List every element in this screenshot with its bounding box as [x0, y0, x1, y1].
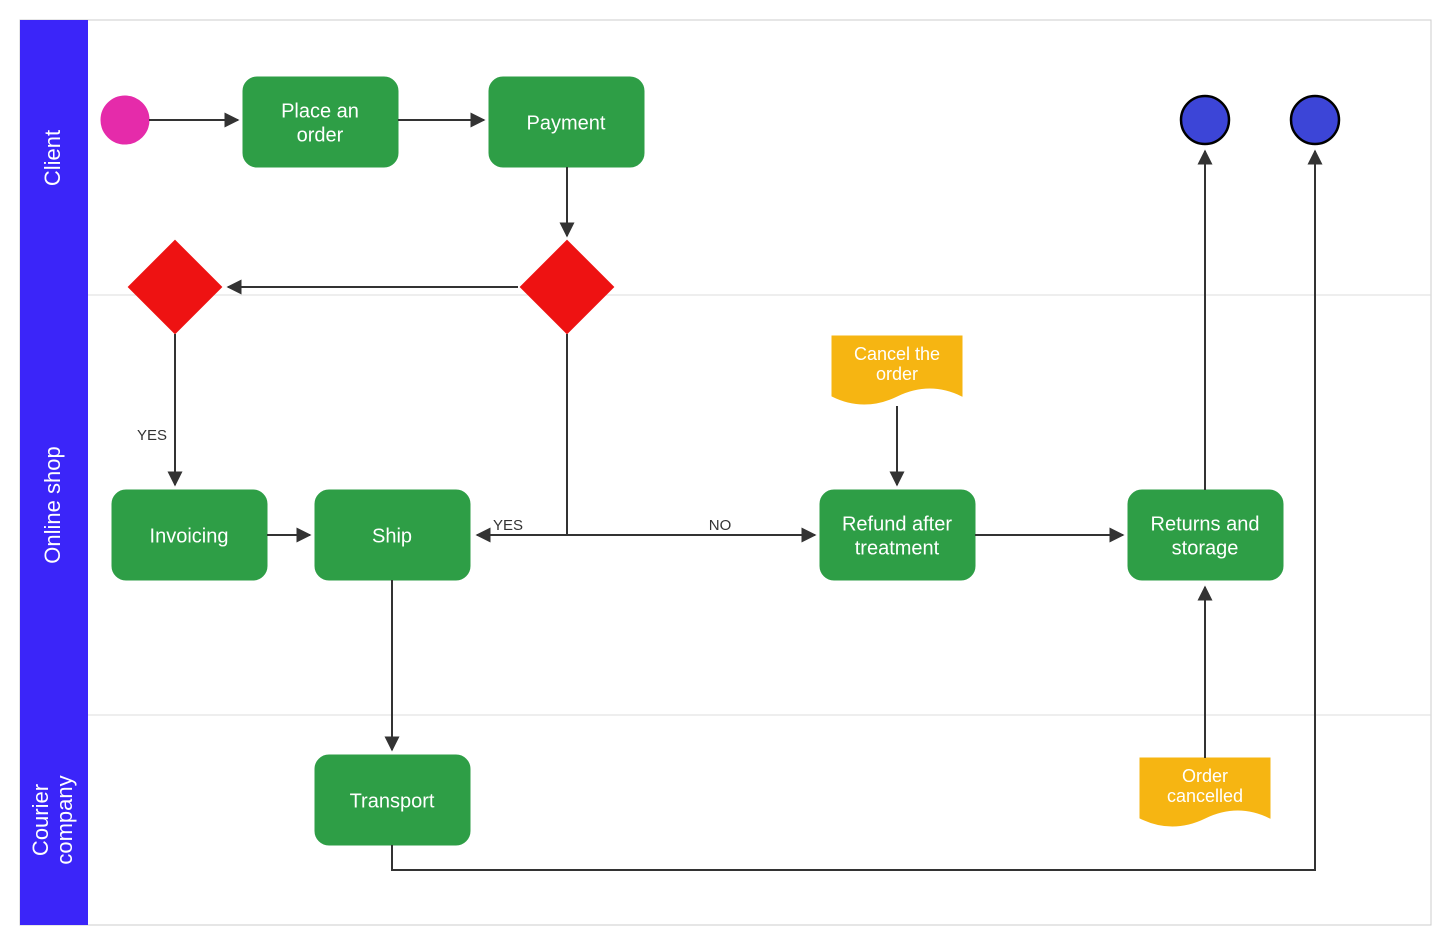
task-returns[interactable]: Returns and storage Returns and storage [1128, 490, 1283, 580]
lane-label-client: Client [40, 130, 65, 186]
svg-text:Place an: Place an [281, 100, 359, 122]
svg-text:Cancel the: Cancel the [854, 344, 940, 364]
doc-cancel[interactable]: Cancel the order Cancel the order [832, 336, 962, 404]
task-payment[interactable]: Payment [489, 77, 644, 167]
doc-cancelled[interactable]: Order cancelled Order cancelled [1140, 758, 1270, 826]
lane-label-courier-group: Courier company [28, 775, 77, 864]
task-payment-label: Payment [527, 112, 606, 134]
svg-text:Order: Order [1182, 766, 1228, 786]
end-event-2[interactable] [1291, 96, 1339, 144]
task-transport-label: Transport [350, 790, 435, 812]
gateway-1[interactable] [520, 240, 613, 333]
task-ship[interactable]: Ship [315, 490, 470, 580]
task-ship-label: Ship [372, 525, 412, 547]
task-invoicing-label: Invoicing [150, 525, 229, 547]
svg-text:order: order [297, 124, 344, 146]
svg-text:Refund after: Refund after [842, 513, 952, 535]
svg-text:Returns and: Returns and [1151, 513, 1260, 535]
gateway-2[interactable] [128, 240, 221, 333]
task-refund[interactable]: Refund after treatment Refund after trea… [820, 490, 975, 580]
svg-text:storage: storage [1172, 537, 1239, 559]
start-event[interactable] [101, 96, 149, 144]
svg-text:order: order [876, 364, 918, 384]
task-transport[interactable]: Transport [315, 755, 470, 845]
task-invoicing[interactable]: Invoicing [112, 490, 267, 580]
end-event-1[interactable] [1181, 96, 1229, 144]
edge-label-no: NO [709, 517, 732, 534]
lane-label-courier-2: company [52, 775, 77, 864]
svg-text:treatment: treatment [855, 537, 940, 559]
task-place-order[interactable]: Place an Place an order order [243, 77, 398, 167]
edge-label-yes1: YES [137, 427, 167, 444]
swimlane-diagram: Client Online shop Courier company Place… [0, 0, 1451, 945]
svg-text:cancelled: cancelled [1167, 786, 1243, 806]
lane-label-courier-1: Courier [28, 784, 53, 856]
edge-label-yes2: YES [493, 517, 523, 534]
edge-g1-ship [477, 334, 567, 535]
lane-label-shop: Online shop [40, 446, 65, 563]
